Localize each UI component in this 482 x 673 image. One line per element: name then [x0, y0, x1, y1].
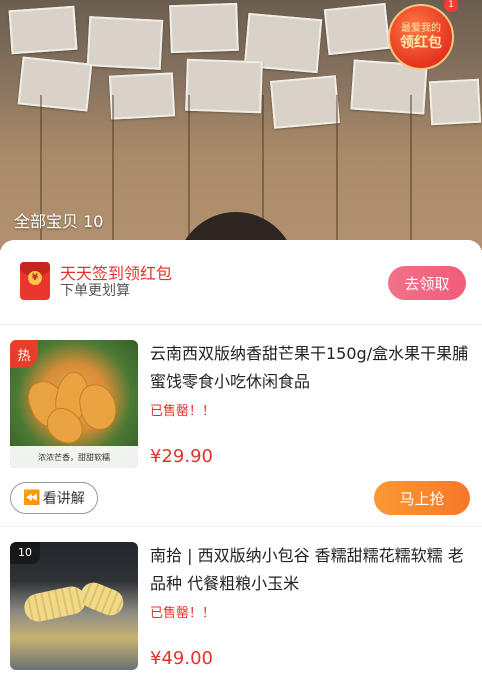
explain-button[interactable]: ⏪ 看讲解 — [10, 482, 98, 514]
claim-button[interactable]: 去领取 — [388, 266, 466, 300]
product-thumbnail[interactable]: 热 浓浓芒香，甜甜软糯 — [10, 340, 138, 468]
wall-photo — [17, 56, 93, 112]
mango-slice — [76, 381, 120, 433]
wall-photo — [108, 72, 176, 120]
divider — [0, 526, 482, 527]
wall-photo — [169, 2, 239, 54]
wall-photo — [8, 5, 78, 55]
badge-line2: 领红包 — [400, 34, 442, 51]
coin-icon: ¥ — [28, 271, 42, 285]
corn-cob — [76, 578, 128, 620]
buy-now-button[interactable]: 马上抢 — [374, 481, 470, 515]
wall-photo — [428, 78, 482, 126]
wall-photo — [185, 58, 263, 114]
sold-out-status: 已售罄！！ — [150, 404, 216, 419]
divider — [0, 324, 482, 325]
product-title[interactable]: 云南西双版纳香甜芒果干150g/盒水果干果脯蜜饯零食小吃休闲食品 — [150, 340, 470, 396]
wood-plank-line — [336, 95, 338, 250]
product-list-panel: ¥ 天天签到领红包 下单更划算 去领取 热 浓浓芒香，甜甜软糯 云南西双版纳香甜… — [0, 240, 482, 673]
product-price: ¥29.90 — [150, 446, 213, 467]
red-envelope-icon: ¥ — [20, 262, 50, 300]
product-price: ¥49.00 — [150, 648, 213, 669]
red-packet-icon[interactable]: 最爱我的 领红包 — [388, 4, 454, 70]
sold-out-status: 已售罄！！ — [150, 606, 216, 621]
list-item[interactable]: 10 南拾 | 西双版纳小包谷 香糯甜糯花糯软糯 老品种 代餐粗粮小玉米 已售罄… — [0, 542, 482, 673]
product-thumbnail[interactable]: 10 — [10, 542, 138, 670]
wood-plank-line — [410, 95, 412, 250]
list-item[interactable]: 热 浓浓芒香，甜甜软糯 云南西双版纳香甜芒果干150g/盒水果干果脯蜜饯零食小吃… — [0, 338, 482, 523]
red-packet-badge[interactable]: 最爱我的 领红包 1 — [388, 0, 458, 70]
badge-line1: 最爱我的 — [401, 22, 441, 34]
wood-plank-line — [188, 95, 190, 250]
wall-photo — [270, 75, 340, 129]
hot-tag: 热 — [10, 340, 38, 368]
product-title[interactable]: 南拾 | 西双版纳小包谷 香糯甜糯花糯软糯 老品种 代餐粗粮小玉米 — [150, 542, 470, 598]
item-number-tag: 10 — [10, 542, 40, 564]
rewind-icon: ⏪ — [23, 490, 41, 506]
wall-photo — [86, 16, 164, 70]
explain-label: 看讲解 — [42, 491, 85, 507]
thumb-caption: 浓浓芒香，甜甜软糯 — [10, 446, 138, 468]
all-items-label[interactable]: 全部宝贝 10 — [14, 208, 103, 232]
wood-plank-line — [112, 95, 114, 250]
corn-cob — [21, 583, 89, 625]
signin-banner: ¥ 天天签到领红包 下单更划算 去领取 — [0, 240, 482, 324]
signin-subtitle: 下单更划算 — [60, 283, 130, 299]
wall-photo — [323, 2, 391, 56]
